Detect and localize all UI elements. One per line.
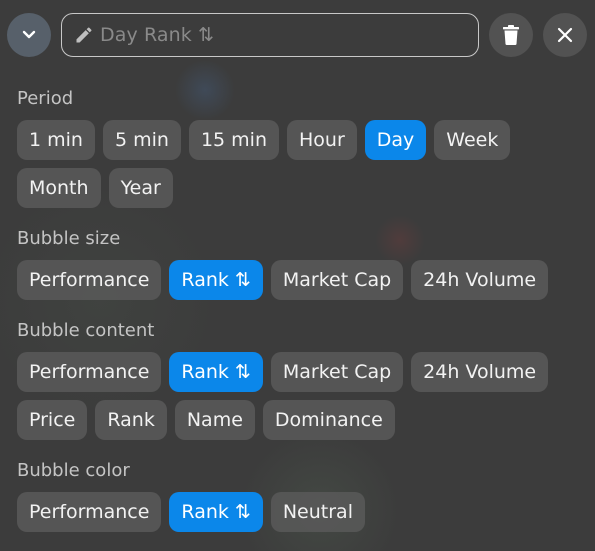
title-input[interactable]: Day Rank ⇅	[61, 13, 479, 57]
bubble-content-label: Bubble content	[17, 320, 155, 341]
bubble-content-options-row-2: Price Rank Name Dominance	[17, 400, 395, 440]
bubble-size-option-market-cap[interactable]: Market Cap	[270, 260, 404, 300]
period-option-week[interactable]: Week	[434, 120, 511, 160]
bubble-content-option-price[interactable]: Price	[17, 400, 88, 440]
chevron-down-icon	[22, 30, 36, 39]
bubble-size-options: Performance Rank ⇅ Market Cap 24h Volume	[17, 260, 549, 300]
bubble-content-option-24h-volume[interactable]: 24h Volume	[411, 352, 549, 392]
bubble-size-option-rank[interactable]: Rank ⇅	[169, 260, 263, 300]
bubble-color-option-rank[interactable]: Rank ⇅	[169, 492, 263, 532]
trash-icon	[503, 25, 519, 45]
bubble-color-options: Performance Rank ⇅ Neutral	[17, 492, 365, 532]
configuration-panel: Day Rank ⇅ Period 1 min 5 min 15 min Hou…	[0, 0, 595, 551]
bubble-color-label: Bubble color	[17, 460, 130, 481]
period-option-15min[interactable]: 15 min	[188, 120, 279, 160]
title-text: Day Rank ⇅	[100, 24, 214, 46]
period-label: Period	[17, 88, 74, 109]
period-option-month[interactable]: Month	[17, 168, 101, 208]
close-button[interactable]	[543, 13, 587, 57]
period-option-day[interactable]: Day	[364, 120, 427, 160]
bubble-content-option-dominance[interactable]: Dominance	[262, 400, 395, 440]
bubble-content-option-rank[interactable]: Rank	[95, 400, 167, 440]
bubble-content-option-name[interactable]: Name	[174, 400, 255, 440]
period-option-5min[interactable]: 5 min	[102, 120, 181, 160]
bubble-size-label: Bubble size	[17, 228, 121, 249]
period-option-hour[interactable]: Hour	[286, 120, 357, 160]
bubble-content-options-row-1: Performance Rank ⇅ Market Cap 24h Volume	[17, 352, 549, 392]
bubble-size-option-performance[interactable]: Performance	[17, 260, 162, 300]
bubble-content-option-market-cap[interactable]: Market Cap	[270, 352, 404, 392]
pencil-icon	[76, 27, 92, 43]
period-option-year[interactable]: Year	[108, 168, 173, 208]
period-options-row-1: 1 min 5 min 15 min Hour Day Week	[17, 120, 511, 160]
collapse-button[interactable]	[7, 13, 51, 57]
bubble-size-option-24h-volume[interactable]: 24h Volume	[411, 260, 549, 300]
bubble-content-option-performance[interactable]: Performance	[17, 352, 162, 392]
delete-button[interactable]	[489, 13, 533, 57]
period-option-1min[interactable]: 1 min	[17, 120, 95, 160]
panel-header: Day Rank ⇅	[0, 0, 595, 70]
bubble-color-option-performance[interactable]: Performance	[17, 492, 162, 532]
bubble-content-option-rank-sort[interactable]: Rank ⇅	[169, 352, 263, 392]
period-options-row-2: Month Year	[17, 168, 173, 208]
close-icon	[557, 27, 573, 43]
bubble-color-option-neutral[interactable]: Neutral	[270, 492, 365, 532]
